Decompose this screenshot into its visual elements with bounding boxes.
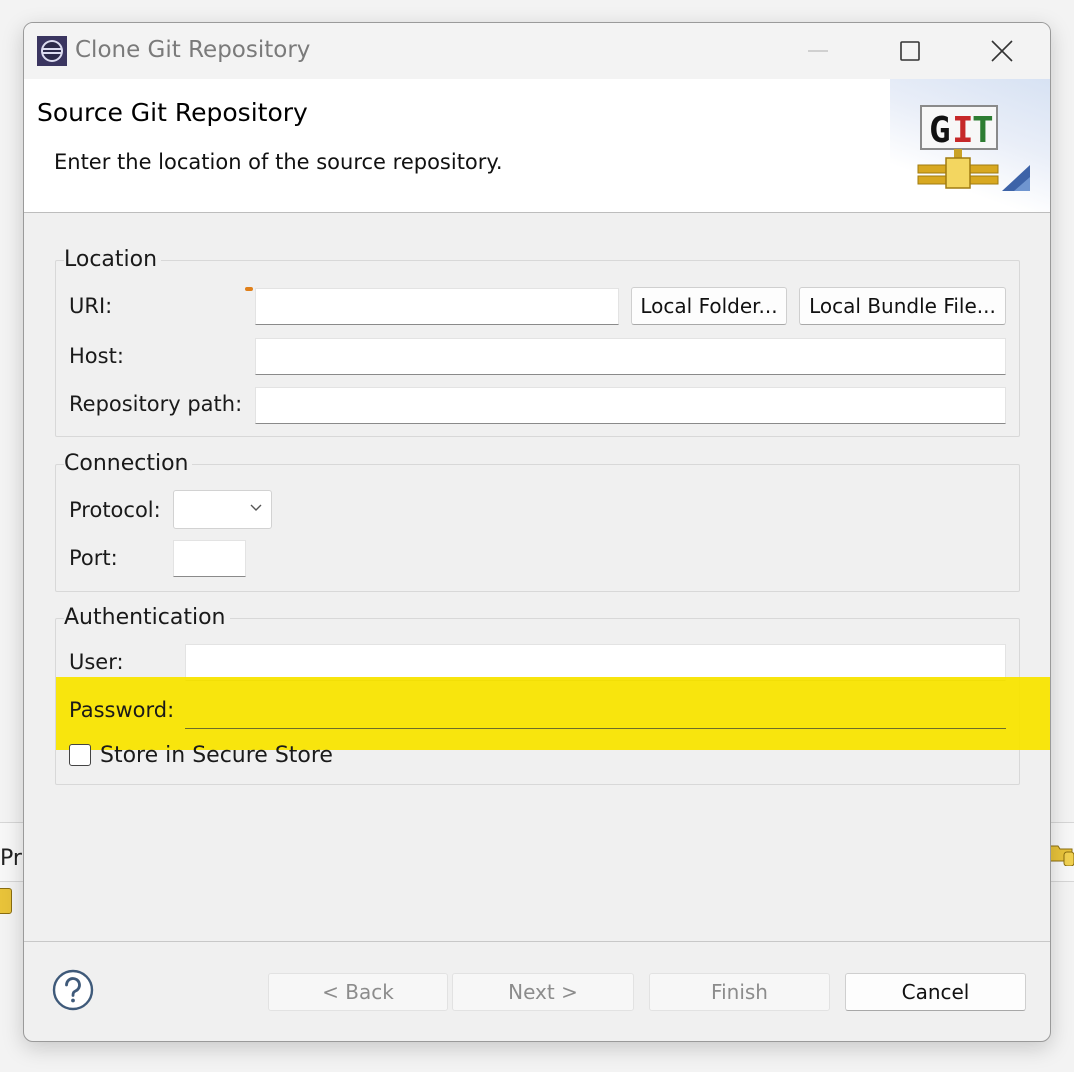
git-letter-i: I bbox=[952, 110, 974, 151]
git-letter-t: T bbox=[972, 110, 994, 151]
uri-label: URI: bbox=[69, 294, 113, 318]
authentication-group-label: Authentication bbox=[64, 605, 230, 630]
clone-git-dialog: Clone Git Repository Source Git Reposito… bbox=[23, 22, 1051, 1042]
wizard-page-title: Source Git Repository bbox=[37, 98, 308, 127]
title-bar: Clone Git Repository bbox=[24, 23, 1050, 79]
finish-button[interactable]: Finish bbox=[649, 973, 830, 1011]
close-icon[interactable] bbox=[956, 23, 1048, 79]
secure-store-label[interactable]: Store in Secure Store bbox=[100, 743, 333, 768]
user-label: User: bbox=[69, 650, 124, 674]
background-database-icon bbox=[0, 888, 12, 914]
back-button[interactable]: < Back bbox=[268, 973, 448, 1011]
git-letter-g: G bbox=[929, 110, 951, 151]
password-input[interactable] bbox=[185, 692, 1006, 729]
local-bundle-file-button[interactable]: Local Bundle File... bbox=[799, 287, 1006, 325]
maximize-icon[interactable] bbox=[864, 23, 956, 79]
protocol-label: Protocol: bbox=[69, 498, 161, 522]
repository-path-label: Repository path: bbox=[69, 392, 243, 416]
window-title: Clone Git Repository bbox=[75, 37, 311, 63]
chevron-down-icon bbox=[250, 504, 262, 511]
wizard-header: Source Git Repository Enter the location… bbox=[24, 79, 1050, 213]
footer-separator bbox=[24, 941, 1050, 942]
port-label: Port: bbox=[69, 546, 118, 570]
minimize-icon[interactable] bbox=[772, 23, 864, 79]
git-logo-icon: G I T bbox=[917, 105, 1030, 191]
location-group-label: Location bbox=[64, 247, 162, 272]
background-view-tab: Pr bbox=[0, 846, 22, 871]
wizard-page-description: Enter the location of the source reposit… bbox=[54, 150, 503, 174]
host-input[interactable] bbox=[255, 338, 1006, 375]
eclipse-app-icon bbox=[37, 36, 67, 66]
cancel-button[interactable]: Cancel bbox=[845, 973, 1026, 1011]
user-input[interactable] bbox=[185, 644, 1006, 681]
help-icon[interactable] bbox=[51, 968, 95, 1012]
required-field-marker bbox=[245, 287, 253, 291]
repository-path-input[interactable] bbox=[255, 387, 1006, 424]
port-input[interactable] bbox=[173, 540, 246, 577]
password-label: Password: bbox=[69, 698, 175, 722]
secure-store-checkbox[interactable] bbox=[69, 744, 91, 766]
local-folder-button[interactable]: Local Folder... bbox=[631, 287, 787, 325]
uri-input[interactable] bbox=[255, 288, 619, 325]
next-button[interactable]: Next > bbox=[452, 973, 634, 1011]
background-folder-icon bbox=[1050, 845, 1074, 866]
connection-group-label: Connection bbox=[64, 451, 193, 476]
host-label: Host: bbox=[69, 344, 124, 368]
protocol-dropdown[interactable] bbox=[173, 490, 272, 529]
